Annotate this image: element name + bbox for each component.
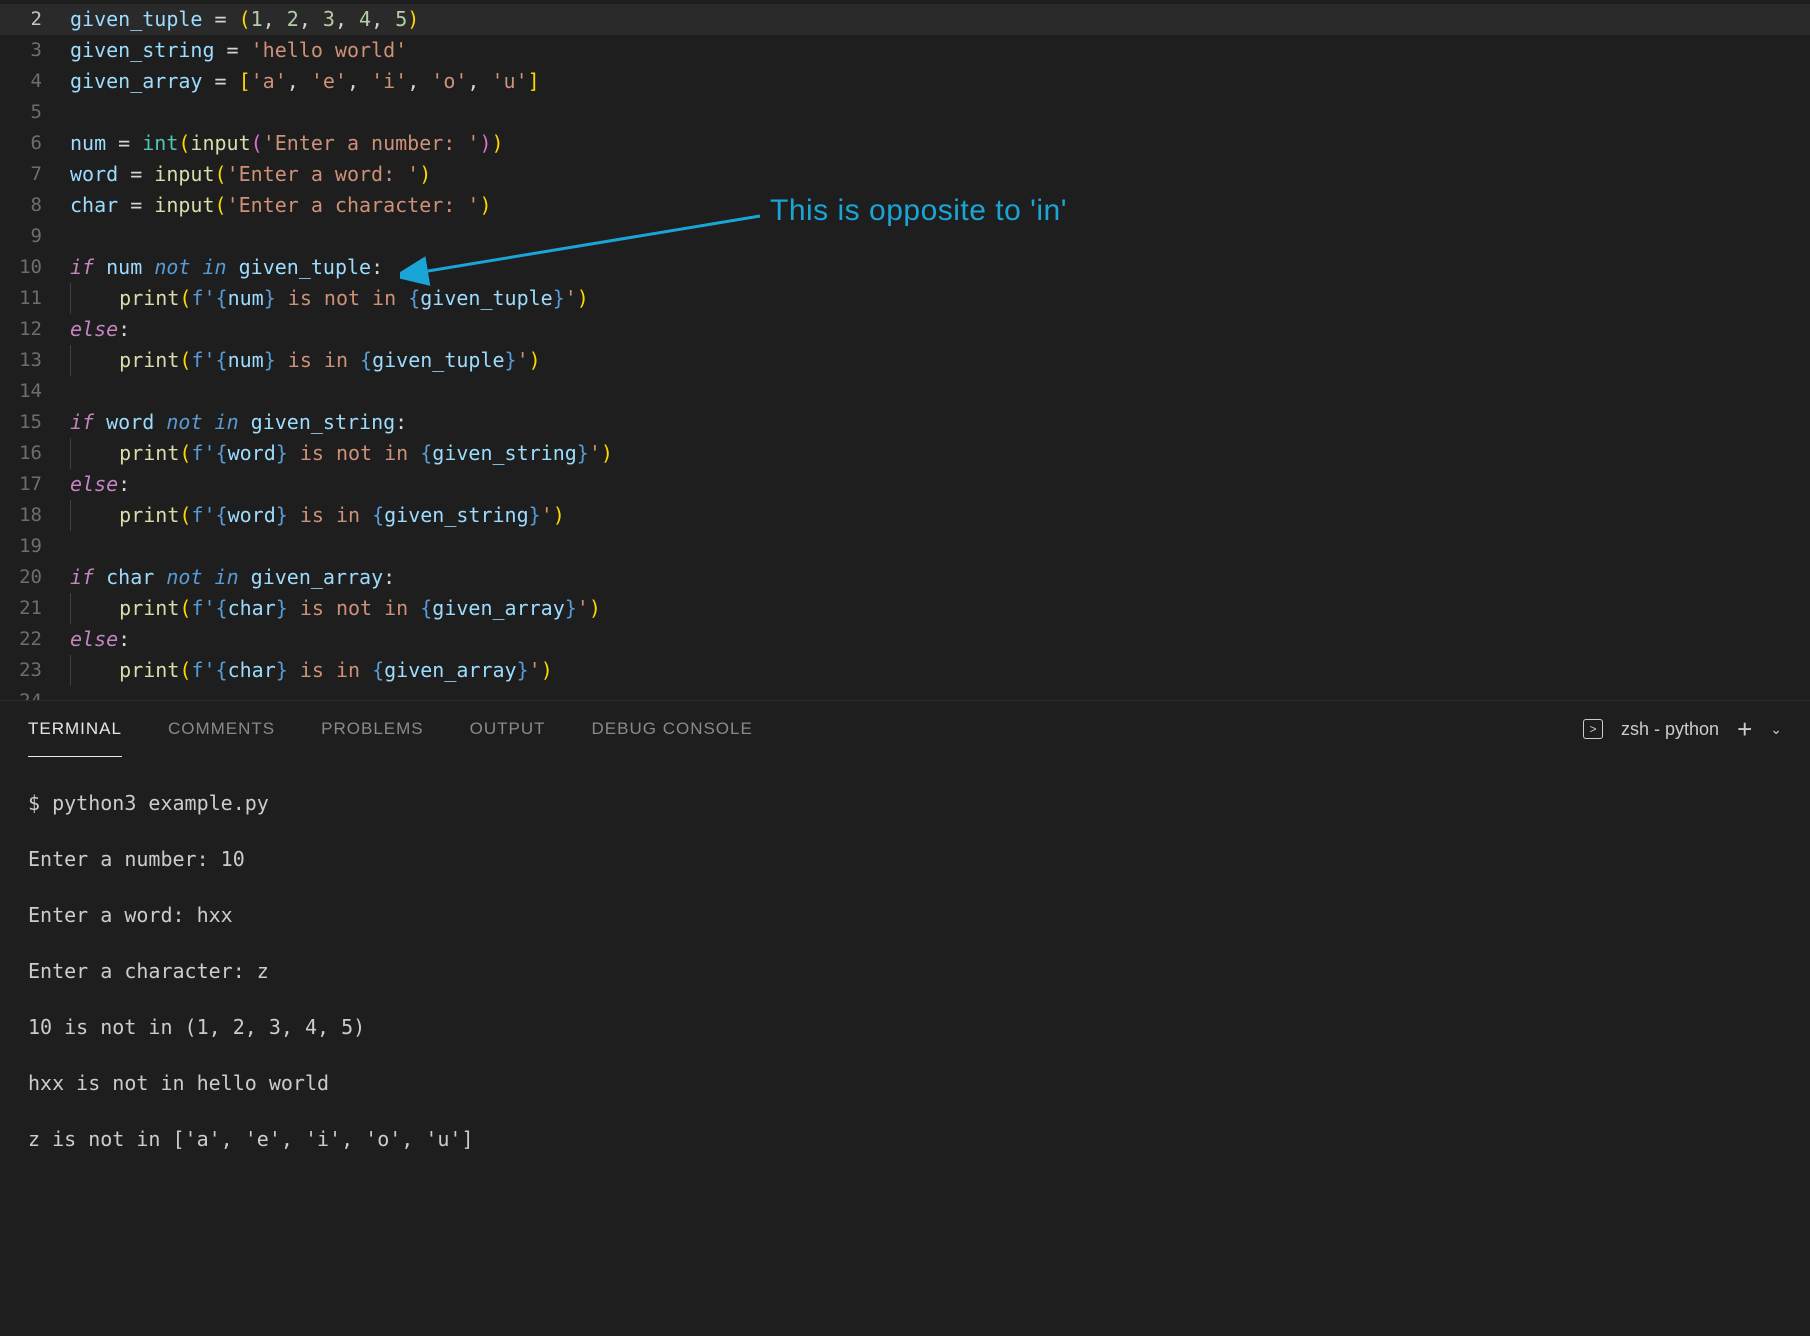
- line-number: 11: [0, 283, 70, 314]
- code-line[interactable]: 23 print(f'{char} is in {given_array}'): [0, 655, 1810, 686]
- line-number: 3: [0, 35, 70, 66]
- code-line[interactable]: 7 word = input('Enter a word: '): [0, 159, 1810, 190]
- terminal-line: Enter a character: z: [28, 957, 1782, 985]
- new-terminal-icon[interactable]: +: [1737, 714, 1752, 745]
- line-number: 7: [0, 159, 70, 190]
- terminal-output[interactable]: $ python3 example.py Enter a number: 10 …: [0, 757, 1810, 1213]
- code-editor[interactable]: 2 given_tuple = (1, 2, 3, 4, 5) 3 given_…: [0, 0, 1810, 700]
- line-number: 16: [0, 438, 70, 469]
- code-line[interactable]: 10 if num not in given_tuple:: [0, 252, 1810, 283]
- terminal-line: hxx is not in hello world: [28, 1069, 1782, 1097]
- panel-tabbar: TERMINAL COMMENTS PROBLEMS OUTPUT DEBUG …: [0, 701, 1810, 757]
- code-line[interactable]: 13 print(f'{num} is in {given_tuple}'): [0, 345, 1810, 376]
- code-line[interactable]: 3 given_string = 'hello world': [0, 35, 1810, 66]
- code-line[interactable]: 21 print(f'{char} is not in {given_array…: [0, 593, 1810, 624]
- code-line[interactable]: 19: [0, 531, 1810, 562]
- bottom-panel: TERMINAL COMMENTS PROBLEMS OUTPUT DEBUG …: [0, 700, 1810, 1336]
- line-number: 9: [0, 221, 70, 252]
- terminal-line: $ python3 example.py: [28, 789, 1782, 817]
- tab-debug-console[interactable]: DEBUG CONSOLE: [592, 701, 753, 757]
- line-number: 18: [0, 500, 70, 531]
- line-number: 20: [0, 562, 70, 593]
- line-number: 2: [0, 4, 70, 35]
- code-line[interactable]: 24: [0, 686, 1810, 700]
- terminal-line: Enter a word: hxx: [28, 901, 1782, 929]
- code-line[interactable]: 16 print(f'{word} is not in {given_strin…: [0, 438, 1810, 469]
- terminal-line: Enter a number: 10: [28, 845, 1782, 873]
- tab-output[interactable]: OUTPUT: [470, 701, 546, 757]
- terminal-shell-label[interactable]: zsh - python: [1621, 719, 1719, 740]
- code-line[interactable]: 22 else:: [0, 624, 1810, 655]
- annotation-text: This is opposite to 'in': [770, 194, 1067, 228]
- code-line[interactable]: 12 else:: [0, 314, 1810, 345]
- code-line[interactable]: 2 given_tuple = (1, 2, 3, 4, 5): [0, 4, 1810, 35]
- line-number: 23: [0, 655, 70, 686]
- code-line[interactable]: 17 else:: [0, 469, 1810, 500]
- line-number: 21: [0, 593, 70, 624]
- code-line[interactable]: 15 if word not in given_string:: [0, 407, 1810, 438]
- code-line[interactable]: 20 if char not in given_array:: [0, 562, 1810, 593]
- line-number: 14: [0, 376, 70, 407]
- terminal-line: z is not in ['a', 'e', 'i', 'o', 'u']: [28, 1125, 1782, 1153]
- line-number: 19: [0, 531, 70, 562]
- line-number: 12: [0, 314, 70, 345]
- line-number: 15: [0, 407, 70, 438]
- tab-terminal[interactable]: TERMINAL: [28, 701, 122, 757]
- new-terminal-dropdown-icon[interactable]: ⌄: [1770, 721, 1782, 738]
- line-number: 13: [0, 345, 70, 376]
- terminal-line: 10 is not in (1, 2, 3, 4, 5): [28, 1013, 1782, 1041]
- code-line[interactable]: 5: [0, 97, 1810, 128]
- code-line[interactable]: 6 num = int(input('Enter a number: ')): [0, 128, 1810, 159]
- line-number: 24: [0, 686, 70, 700]
- code-line[interactable]: 11 print(f'{num} is not in {given_tuple}…: [0, 283, 1810, 314]
- line-number: 10: [0, 252, 70, 283]
- code-line[interactable]: 18 print(f'{word} is in {given_string}'): [0, 500, 1810, 531]
- code-line[interactable]: 4 given_array = ['a', 'e', 'i', 'o', 'u'…: [0, 66, 1810, 97]
- line-number: 22: [0, 624, 70, 655]
- line-number: 6: [0, 128, 70, 159]
- tab-comments[interactable]: COMMENTS: [168, 701, 275, 757]
- line-number: 17: [0, 469, 70, 500]
- line-number: 8: [0, 190, 70, 221]
- line-number: 5: [0, 97, 70, 128]
- code-line[interactable]: 14: [0, 376, 1810, 407]
- tab-problems[interactable]: PROBLEMS: [321, 701, 423, 757]
- terminal-shell-icon[interactable]: >: [1583, 719, 1603, 739]
- line-number: 4: [0, 66, 70, 97]
